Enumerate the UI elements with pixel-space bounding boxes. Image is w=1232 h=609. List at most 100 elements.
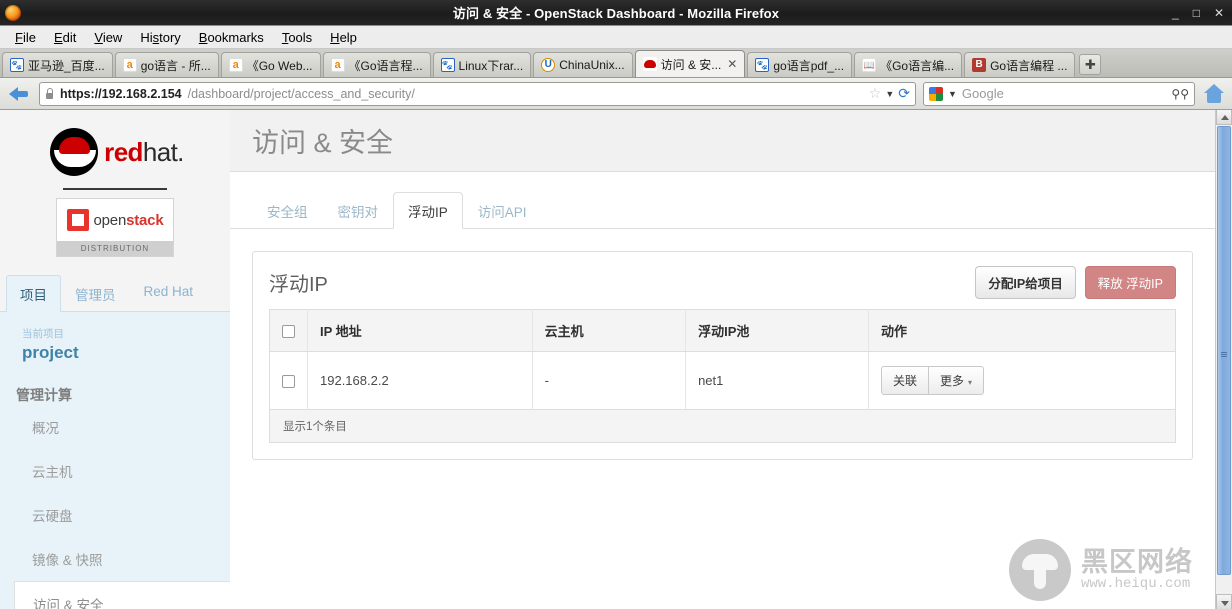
browser-tab[interactable]: go语言pdf_...	[747, 52, 853, 77]
select-all-checkbox[interactable]	[282, 325, 295, 339]
tab-strip: 亚马逊_百度... go语言 - 所... 《Go Web... 《Go语言程.…	[0, 49, 1232, 78]
lock-icon	[45, 88, 54, 99]
amazon-favicon-icon	[122, 58, 137, 72]
watermark: 黑区网络 www.heiqu.com	[1009, 539, 1193, 601]
reload-icon[interactable]: ⟳	[898, 85, 910, 102]
url-input[interactable]: https://192.168.2.154/dashboard/project/…	[39, 81, 916, 106]
tab-label: 亚马逊_百度...	[28, 58, 105, 73]
sidebar: redhat. openstack DISTRIBUTION 项目 管理员 Re	[0, 110, 230, 609]
watermark-text: 黑区网络 www.heiqu.com	[1081, 548, 1193, 591]
release-floating-ip-button[interactable]: 释放 浮动IP	[1084, 266, 1176, 299]
menu-tools[interactable]: Tools	[273, 28, 321, 47]
page-header: 访问 & 安全 登录身份：zhangchi 设置 帮助 退出	[230, 110, 1215, 172]
tab-keypairs[interactable]: 密钥对	[323, 192, 394, 229]
tab-floating-ips[interactable]: 浮动IP	[393, 192, 463, 229]
dashboard: redhat. openstack DISTRIBUTION 项目 管理员 Re	[0, 110, 1215, 609]
tab-label: go语言pdf_...	[773, 58, 845, 73]
browser-tab[interactable]: 《Go语言编...	[854, 52, 963, 77]
menu-bookmarks[interactable]: Bookmarks	[190, 28, 273, 47]
sidebar-nav: 当前项目 project 管理计算 概况 云主机 云硬盘 镜像 & 快照 访问 …	[0, 312, 230, 609]
openstack-badge: openstack DISTRIBUTION	[56, 198, 174, 257]
tab-label: Linux下rar...	[458, 58, 524, 73]
cell-pool: net1	[685, 351, 869, 410]
mushroom-icon	[1009, 539, 1071, 601]
google-icon	[929, 86, 943, 101]
more-dropdown-button[interactable]: 更多 ▾	[929, 366, 985, 395]
close-button[interactable]: ✕	[1214, 7, 1224, 19]
sidebar-item-access-security[interactable]: 访问 & 安全	[14, 581, 230, 609]
back-arrow-icon[interactable]	[6, 82, 32, 106]
openstack-cube-icon	[66, 209, 89, 231]
row-action-group: 关联 更多 ▾	[880, 366, 985, 395]
scroll-up-button[interactable]	[1216, 110, 1232, 125]
row-checkbox[interactable]	[282, 375, 295, 389]
menu-help[interactable]: Help	[321, 28, 366, 47]
menu-view[interactable]: View	[85, 28, 131, 47]
openstack-word-stack: stack	[126, 211, 164, 229]
redhat-word-red: red	[104, 136, 143, 167]
watermark-cn: 黑区网络	[1081, 547, 1193, 578]
panel-actions: 分配IP给项目 释放 浮动IP	[975, 266, 1176, 299]
tab-security-groups[interactable]: 安全组	[252, 192, 323, 229]
allocate-ip-button[interactable]: 分配IP给项目	[975, 266, 1076, 299]
column-floating-ip-pool[interactable]: 浮动IP池	[685, 309, 869, 352]
sidebar-item-images-snapshots[interactable]: 镜像 & 快照	[0, 537, 230, 581]
chevron-down-icon: ▾	[968, 378, 973, 387]
current-project-name[interactable]: project	[0, 341, 230, 363]
tab-close-icon[interactable]: ✕	[727, 57, 737, 71]
column-ip-address[interactable]: IP 地址	[307, 309, 533, 352]
chevron-down-icon[interactable]: ▼	[885, 89, 894, 99]
minimize-button[interactable]: _	[1172, 7, 1179, 19]
scroll-down-button[interactable]	[1216, 594, 1232, 609]
sidebar-item-instances[interactable]: 云主机	[0, 449, 230, 493]
browser-tab[interactable]: 亚马逊_百度...	[2, 52, 113, 77]
redhat-logo: redhat.	[0, 126, 230, 178]
scrollbar-grip	[1221, 351, 1227, 357]
cell-instance: -	[532, 351, 687, 410]
search-input[interactable]: ▼ Google ⚲⚲	[923, 81, 1195, 106]
openstack-wordmark: openstack	[94, 212, 164, 229]
main-content: 访问 & 安全 登录身份：zhangchi 设置 帮助 退出 安全组 密钥对 浮…	[230, 110, 1215, 609]
scrollbar-thumb[interactable]	[1217, 126, 1231, 575]
table-footer: 显示1个条目	[269, 410, 1176, 443]
row-select-cell	[269, 351, 308, 410]
b-favicon-icon	[972, 58, 987, 72]
amazon-favicon-icon	[228, 58, 243, 72]
vertical-scrollbar[interactable]	[1215, 110, 1232, 609]
new-tab-button[interactable]: ✚	[1079, 54, 1102, 75]
current-project-label: 当前项目	[22, 328, 64, 340]
tab-label: Go语言编程 ...	[990, 58, 1068, 73]
baidu-favicon-icon	[440, 58, 455, 72]
sidebar-tab-redhat[interactable]: Red Hat	[130, 275, 208, 311]
tab-api-access[interactable]: 访问API	[463, 192, 542, 229]
sidebar-tab-project[interactable]: 项目	[6, 275, 61, 312]
window-controls: _ □ ✕	[1172, 7, 1224, 19]
browser-tab[interactable]: Go语言编程 ...	[964, 52, 1076, 77]
baidu-favicon-icon	[755, 58, 770, 72]
menu-file[interactable]: File	[6, 28, 45, 47]
menu-bar: File Edit View History Bookmarks Tools H…	[0, 26, 1232, 49]
home-icon[interactable]	[1202, 83, 1226, 105]
url-host: https://192.168.2.154	[60, 86, 182, 101]
associate-button[interactable]: 关联	[880, 366, 929, 395]
sidebar-item-overview[interactable]: 概况	[0, 405, 230, 449]
chevron-down-icon[interactable]: ▼	[948, 89, 957, 99]
sidebar-tab-admin[interactable]: 管理员	[61, 275, 130, 311]
binoculars-icon[interactable]: ⚲⚲	[1171, 87, 1189, 101]
main-tabs: 安全组 密钥对 浮动IP 访问API	[230, 172, 1215, 229]
browser-tab[interactable]: 《Go语言程...	[322, 52, 431, 77]
browser-tab[interactable]: go语言 - 所...	[114, 52, 219, 77]
tab-label: 《Go Web...	[246, 58, 313, 73]
maximize-button[interactable]: □	[1193, 7, 1200, 19]
browser-tab[interactable]: Linux下rar...	[432, 52, 532, 77]
browser-tab-active[interactable]: 访问 & 安... ✕	[634, 50, 746, 77]
browser-tab[interactable]: ChinaUnix...	[533, 52, 633, 77]
browser-tab[interactable]: 《Go Web...	[220, 52, 321, 77]
column-instance[interactable]: 云主机	[532, 309, 687, 352]
floating-ip-panel: 浮动IP 分配IP给项目 释放 浮动IP IP 地址 云主机 浮动IP池 动作 …	[252, 251, 1193, 460]
redhat-hat-icon	[46, 126, 102, 178]
menu-history[interactable]: History	[131, 28, 189, 47]
star-icon[interactable]: ☆	[869, 85, 882, 102]
menu-edit[interactable]: Edit	[45, 28, 85, 47]
sidebar-item-volumes[interactable]: 云硬盘	[0, 493, 230, 537]
